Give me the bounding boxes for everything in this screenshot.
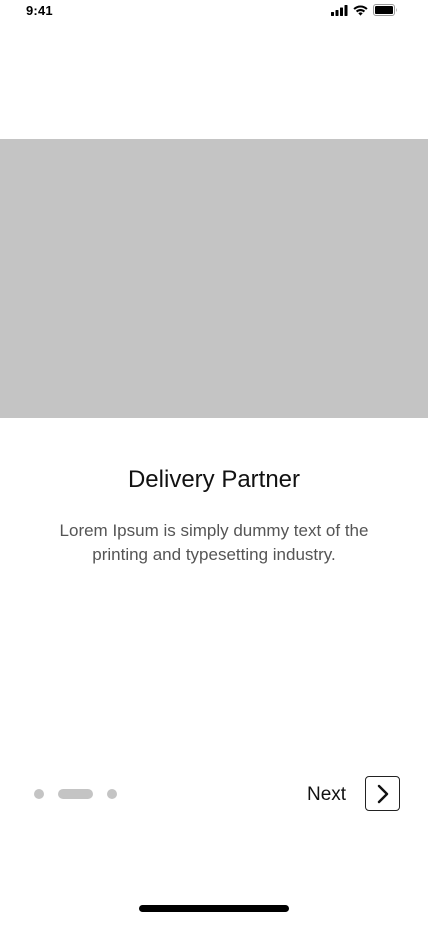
pager-dot[interactable] <box>34 789 44 799</box>
chevron-right-icon <box>377 784 388 803</box>
battery-icon <box>373 4 397 16</box>
pager-dot[interactable] <box>58 789 93 799</box>
status-bar: 9:41 <box>0 0 428 22</box>
hero-image-placeholder <box>0 139 428 418</box>
status-icons <box>331 4 398 16</box>
cellular-signal-icon <box>331 4 348 16</box>
next-button[interactable] <box>365 776 400 811</box>
next-label[interactable]: Next <box>307 784 346 806</box>
status-time: 9:41 <box>26 3 53 18</box>
pager-indicator <box>34 788 117 800</box>
home-indicator <box>139 905 289 912</box>
pager-dot[interactable] <box>107 789 117 799</box>
page-title: Delivery Partner <box>127 466 301 493</box>
wifi-icon <box>353 5 368 16</box>
page-description: Lorem Ipsum is simply dummy text of the … <box>59 521 369 564</box>
